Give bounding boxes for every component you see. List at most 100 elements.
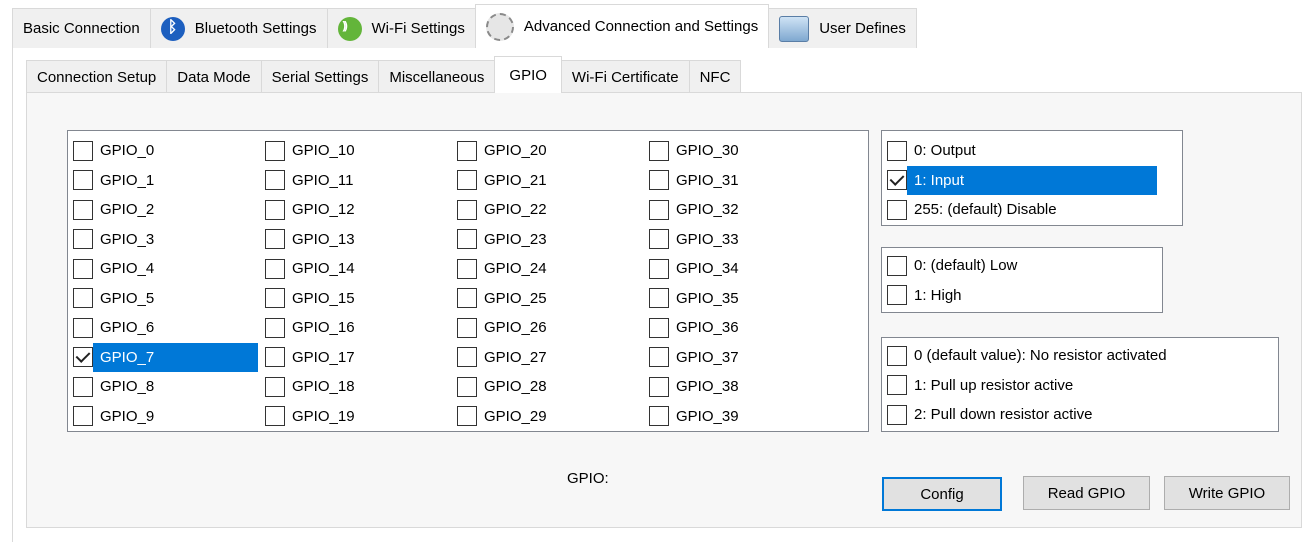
tab-miscellaneous[interactable]: Miscellaneous bbox=[378, 60, 496, 93]
checkbox[interactable] bbox=[649, 140, 669, 161]
checkbox[interactable] bbox=[649, 229, 669, 249]
checkbox[interactable] bbox=[887, 345, 907, 366]
checkbox[interactable] bbox=[73, 170, 93, 190]
checklist-item[interactable]: GPIO_38 bbox=[649, 372, 747, 401]
checklist-item[interactable]: GPIO_15 bbox=[265, 284, 363, 313]
checklist-item[interactable]: GPIO_9 bbox=[73, 402, 162, 431]
tab-connection-setup[interactable]: Connection Setup bbox=[26, 60, 168, 93]
checkbox[interactable] bbox=[73, 317, 93, 338]
checkbox[interactable] bbox=[73, 347, 93, 367]
checklist-item[interactable]: GPIO_2 bbox=[73, 195, 162, 224]
checklist-item[interactable]: GPIO_31 bbox=[649, 166, 747, 195]
tab-basic-connection[interactable]: Basic Connection bbox=[12, 8, 151, 48]
checklist-item[interactable]: GPIO_23 bbox=[457, 225, 555, 254]
checklist-item[interactable]: GPIO_3 bbox=[73, 225, 162, 254]
checkbox[interactable] bbox=[887, 140, 907, 161]
checkbox[interactable] bbox=[649, 317, 669, 338]
checkbox[interactable] bbox=[265, 288, 285, 308]
checklist-item[interactable]: GPIO_20 bbox=[457, 136, 555, 165]
tab-user-defines[interactable]: User Defines bbox=[768, 8, 917, 48]
config-button[interactable]: Config bbox=[882, 477, 1002, 511]
gpio-checklist[interactable]: GPIO_0 GPIO_1 GPIO_2 GPIO_3 GPIO_4 GPIO_5 GPIO… bbox=[67, 130, 869, 432]
checklist-item[interactable]: 1: Input bbox=[887, 165, 1157, 195]
checkbox[interactable] bbox=[73, 229, 93, 249]
checklist-item[interactable]: 1: Pull up resistor active bbox=[887, 371, 1081, 400]
checkbox[interactable] bbox=[73, 288, 93, 308]
checkbox[interactable] bbox=[457, 258, 477, 279]
checklist-item[interactable]: GPIO_30 bbox=[649, 136, 747, 165]
checklist-item[interactable]: 2: Pull down resistor active bbox=[887, 400, 1100, 429]
checkbox[interactable] bbox=[649, 199, 669, 220]
checklist-item[interactable]: 1: High bbox=[887, 281, 970, 310]
checklist-item[interactable]: GPIO_8 bbox=[73, 372, 162, 401]
checkbox[interactable] bbox=[265, 229, 285, 249]
checkbox[interactable] bbox=[73, 376, 93, 397]
checkbox[interactable] bbox=[457, 170, 477, 190]
checklist-item[interactable]: GPIO_26 bbox=[457, 313, 555, 342]
checkbox[interactable] bbox=[265, 347, 285, 367]
checklist-item[interactable]: GPIO_1 bbox=[73, 166, 162, 195]
checkbox[interactable] bbox=[457, 406, 477, 426]
checklist-item[interactable]: 0: (default) Low bbox=[887, 251, 1025, 280]
checkbox[interactable] bbox=[265, 170, 285, 190]
gpio-pull-resistor-checklist[interactable]: 0 (default value): No resistor activated… bbox=[881, 337, 1279, 432]
checkbox[interactable] bbox=[73, 140, 93, 161]
checkbox[interactable] bbox=[649, 258, 669, 279]
checklist-item[interactable]: GPIO_18 bbox=[265, 372, 363, 401]
checkbox[interactable] bbox=[73, 406, 93, 426]
tab-gpio[interactable]: GPIO bbox=[494, 56, 562, 93]
checklist-item[interactable]: GPIO_34 bbox=[649, 254, 747, 283]
checkbox[interactable] bbox=[457, 347, 477, 367]
checkbox[interactable] bbox=[457, 317, 477, 338]
checkbox[interactable] bbox=[265, 258, 285, 279]
gpio-level-checklist[interactable]: 0: (default) Low 1: High bbox=[881, 247, 1163, 313]
checklist-item[interactable]: GPIO_10 bbox=[265, 136, 363, 165]
checklist-item[interactable]: GPIO_5 bbox=[73, 284, 162, 313]
checklist-item[interactable]: GPIO_35 bbox=[649, 284, 747, 313]
checklist-item[interactable]: GPIO_19 bbox=[265, 402, 363, 431]
checkbox[interactable] bbox=[649, 376, 669, 397]
checklist-item[interactable]: GPIO_24 bbox=[457, 254, 555, 283]
gpio-mode-checklist[interactable]: 0: Output 1: Input 255: (default) Disable bbox=[881, 130, 1183, 226]
read-gpio-button[interactable]: Read GPIO bbox=[1023, 476, 1150, 510]
checklist-item[interactable]: GPIO_11 bbox=[265, 166, 361, 195]
tab-wifi-certificate[interactable]: Wi-Fi Certificate bbox=[560, 60, 690, 93]
tab-data-mode[interactable]: Data Mode bbox=[166, 60, 262, 93]
checkbox[interactable] bbox=[457, 376, 477, 397]
checklist-item[interactable]: 255: (default) Disable bbox=[887, 195, 1065, 224]
checkbox[interactable] bbox=[457, 229, 477, 249]
checklist-item[interactable]: GPIO_14 bbox=[265, 254, 363, 283]
tab-serial-settings[interactable]: Serial Settings bbox=[260, 60, 380, 93]
checklist-item[interactable]: GPIO_37 bbox=[649, 343, 747, 372]
checklist-item[interactable]: GPIO_13 bbox=[265, 225, 363, 254]
checkbox[interactable] bbox=[887, 170, 907, 190]
tab-nfc[interactable]: NFC bbox=[688, 60, 742, 93]
checkbox[interactable] bbox=[887, 255, 907, 276]
checkbox[interactable] bbox=[73, 199, 93, 220]
checklist-item[interactable]: GPIO_29 bbox=[457, 402, 555, 431]
checkbox[interactable] bbox=[649, 347, 669, 367]
checkbox[interactable] bbox=[457, 288, 477, 308]
checklist-item[interactable]: GPIO_12 bbox=[265, 195, 363, 224]
checklist-item[interactable]: GPIO_28 bbox=[457, 372, 555, 401]
checklist-item[interactable]: GPIO_4 bbox=[73, 254, 162, 283]
checkbox[interactable] bbox=[457, 199, 477, 220]
checklist-item[interactable]: GPIO_36 bbox=[649, 313, 747, 342]
checklist-item[interactable]: 0: Output bbox=[887, 136, 984, 165]
tab-wifi-settings[interactable]: Wi-Fi Settings bbox=[326, 8, 476, 48]
checklist-item[interactable]: GPIO_6 bbox=[73, 313, 162, 342]
checklist-item[interactable]: GPIO_33 bbox=[649, 225, 747, 254]
checklist-item[interactable]: GPIO_25 bbox=[457, 284, 555, 313]
checkbox[interactable] bbox=[73, 258, 93, 279]
checkbox[interactable] bbox=[649, 170, 669, 190]
checkbox[interactable] bbox=[887, 375, 907, 395]
checklist-item[interactable]: GPIO_7 bbox=[73, 342, 258, 372]
checkbox[interactable] bbox=[265, 376, 285, 397]
write-gpio-button[interactable]: Write GPIO bbox=[1164, 476, 1290, 510]
checklist-item[interactable]: GPIO_0 bbox=[73, 136, 162, 165]
checklist-item[interactable]: GPIO_39 bbox=[649, 402, 747, 431]
tab-advanced-connection-and-settings[interactable]: Advanced Connection and Settings bbox=[474, 4, 770, 48]
checkbox[interactable] bbox=[649, 288, 669, 308]
checkbox[interactable] bbox=[265, 140, 285, 161]
checklist-item[interactable]: GPIO_21 bbox=[457, 166, 555, 195]
